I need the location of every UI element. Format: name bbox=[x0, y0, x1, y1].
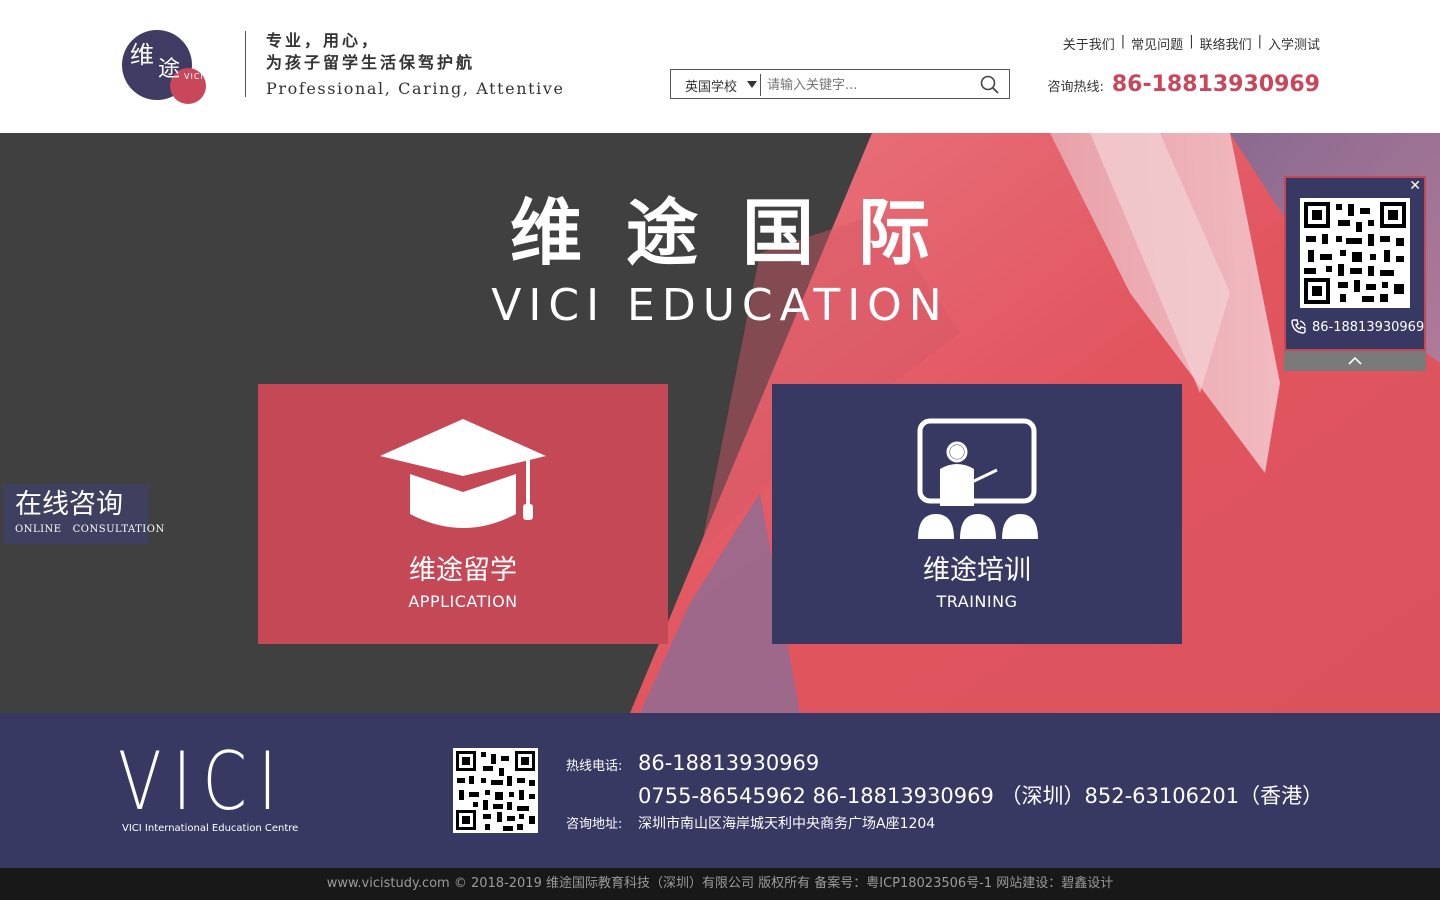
chevron-up-icon bbox=[1348, 356, 1362, 365]
logo-divider bbox=[245, 31, 246, 97]
qr-code bbox=[1300, 198, 1410, 308]
application-card[interactable]: 维途留学 APPLICATION bbox=[258, 384, 668, 644]
close-icon[interactable]: ✕ bbox=[1409, 178, 1421, 194]
nav-separator: | bbox=[1120, 34, 1126, 49]
qr-panel-collapse-button[interactable] bbox=[1284, 351, 1426, 371]
footer-hotline-1[interactable]: 86-18813930969 bbox=[638, 751, 819, 775]
footer-hotline-label: 热线电话: bbox=[566, 759, 623, 774]
site-header: 维 途 VICI 专业，用心， 为孩子留学生活保驾护航 Professional… bbox=[0, 0, 1440, 133]
footer-hotline-2: 0755-86545962 86-18813930969 （深圳）852-631… bbox=[638, 784, 1324, 808]
nav-test[interactable]: 入学测试 bbox=[1268, 34, 1320, 53]
nav-separator: | bbox=[1189, 34, 1194, 49]
nav-separator: | bbox=[1257, 34, 1262, 49]
graduation-cap-icon bbox=[380, 419, 546, 528]
application-title: 维途留学 bbox=[409, 555, 517, 586]
footer-logo-text: VICI bbox=[118, 745, 288, 815]
training-title: 维途培训 bbox=[923, 555, 1031, 586]
caret-down-icon[interactable] bbox=[747, 81, 757, 88]
footer-address-row: 咨询地址: 深圳市南山区海岸城天利中央商务广场A座1204 bbox=[566, 813, 935, 833]
search-category-select[interactable]: 英国学校 bbox=[685, 76, 737, 95]
site-logo[interactable]: 维 途 VICI bbox=[122, 30, 218, 104]
training-subtitle: TRAINING bbox=[936, 592, 1018, 611]
nav-faq[interactable]: 常见问题 bbox=[1131, 34, 1183, 53]
hotline-number[interactable]: 86-18813930969 bbox=[1112, 72, 1320, 97]
hero-title: 维途国际 bbox=[509, 191, 974, 275]
slogan-line-1: 专业，用心， bbox=[266, 31, 381, 50]
footer-hotline-row: 热线电话: 86-18813930969 bbox=[566, 751, 819, 775]
search-icon[interactable] bbox=[979, 74, 1001, 96]
footer-hotline-row-2: 0755-86545962 86-18813930969 （深圳）852-631… bbox=[566, 780, 1323, 810]
footer-address: 深圳市南山区海岸城天利中央商务广场A座1204 bbox=[638, 816, 936, 832]
search-box: 英国学校 bbox=[670, 69, 1010, 99]
hero-banner: 维途国际 VICI EDUCATION 维途留学 APPLICATION 维途培… bbox=[0, 133, 1440, 713]
search-divider bbox=[760, 74, 761, 96]
slogan-line-3: Professional, Caring, Attentive bbox=[266, 79, 565, 98]
nav-about[interactable]: 关于我们 bbox=[1063, 34, 1115, 53]
slogan: 专业，用心， 为孩子留学生活保驾护航 Professional, Caring,… bbox=[266, 30, 565, 102]
search-input[interactable] bbox=[767, 73, 967, 97]
online-consultation-button[interactable]: 在线咨询 ONLINE CONSULTATION bbox=[3, 484, 164, 544]
floating-qr-panel: ✕ 86-18813930969 bbox=[1284, 176, 1426, 351]
logo-char-1: 维 bbox=[130, 41, 154, 69]
hero-subtitle: VICI EDUCATION bbox=[491, 280, 949, 331]
header-hotline: 咨询热线: 86-18813930969 bbox=[1047, 72, 1320, 97]
logo-mark: VICI bbox=[184, 72, 204, 81]
application-subtitle: APPLICATION bbox=[408, 592, 518, 611]
consult-label-en: ONLINE CONSULTATION bbox=[15, 524, 165, 535]
hotline-label: 咨询热线: bbox=[1047, 80, 1104, 95]
training-card[interactable]: 维途培训 TRAINING bbox=[772, 384, 1182, 644]
qr-panel-phone-number: 86-18813930969 bbox=[1312, 319, 1425, 335]
slogan-line-2: 为孩子留学生活保驾护航 bbox=[266, 53, 476, 72]
qr-panel-phone[interactable]: 86-18813930969 bbox=[1290, 318, 1424, 336]
logo-char-2: 途 bbox=[158, 57, 181, 82]
top-nav: 关于我们 | 常见问题 | 联络我们 | 入学测试 bbox=[1063, 34, 1320, 53]
footer-qr-code bbox=[453, 748, 538, 833]
site-footer: VICI VICI International Education Centre… bbox=[0, 713, 1440, 868]
footer-logo-subtitle: VICI International Education Centre bbox=[122, 823, 299, 834]
footer-logo: VICI bbox=[118, 745, 288, 815]
footer-address-label: 咨询地址: bbox=[566, 817, 623, 832]
phone-icon bbox=[1291, 319, 1306, 334]
copyright-bar: www.vicistudy.com © 2018-2019 维途国际教育科技（深… bbox=[0, 868, 1440, 900]
teacher-board-icon bbox=[917, 418, 1038, 539]
consult-label: 在线咨询 bbox=[15, 489, 123, 520]
nav-contact[interactable]: 联络我们 bbox=[1200, 34, 1252, 53]
